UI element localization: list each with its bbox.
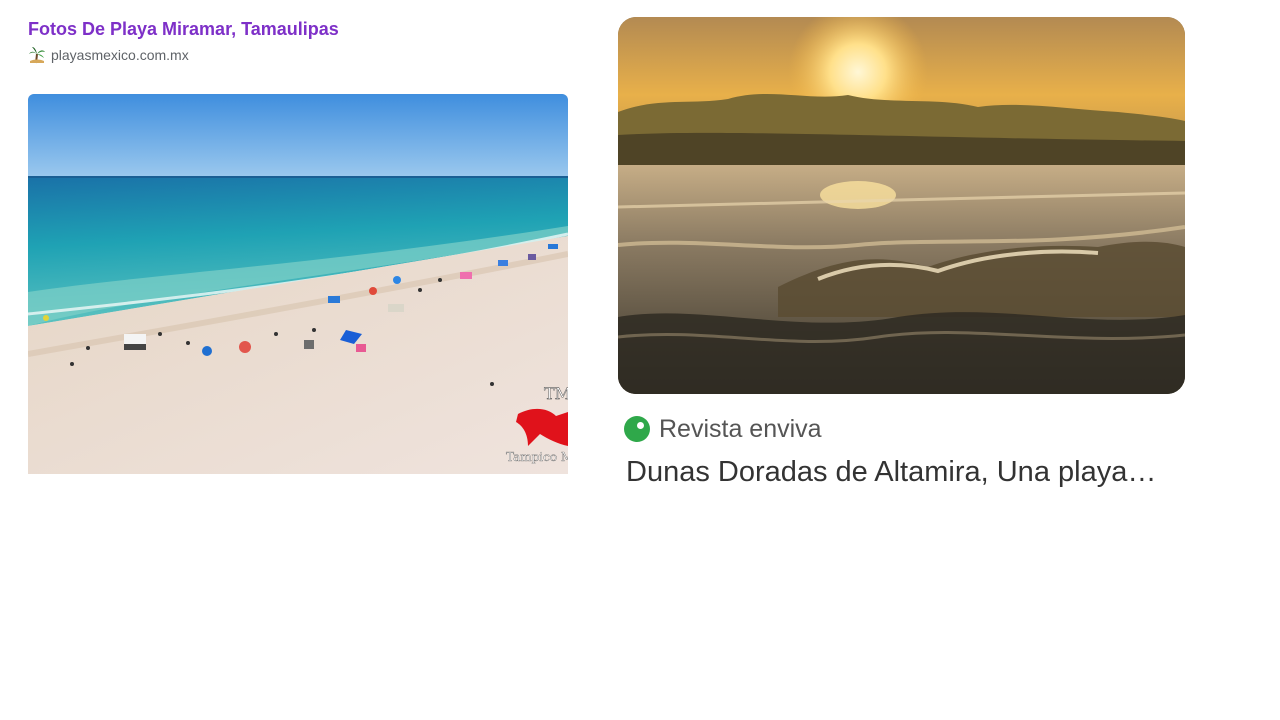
result-title-link[interactable]: Fotos De Playa Miramar, Tamaulipas	[28, 18, 568, 40]
image-result-miramar[interactable]: Fotos De Playa Miramar, Tamaulipas playa…	[28, 18, 568, 474]
watermark-tm: TM	[544, 384, 568, 403]
image-result-dunas-doradas[interactable]: Revista enviva Dunas Doradas de Altamira…	[618, 17, 1185, 490]
palm-tree-icon	[28, 46, 46, 64]
beach-aerial-photo[interactable]: TM Tampico Me	[28, 94, 568, 474]
watermark-text: Tampico Me	[506, 450, 568, 464]
green-circle-icon	[624, 416, 650, 442]
source-domain: playasmexico.com.mx	[51, 47, 189, 63]
beach-photo-graphic: TM Tampico Me	[28, 94, 568, 474]
article-title-link[interactable]: Dunas Doradas de Altamira, Una playa…	[626, 454, 1182, 490]
search-results-grid: Fotos De Playa Miramar, Tamaulipas playa…	[0, 0, 1280, 720]
sunset-waves-photo[interactable]	[618, 17, 1185, 394]
sunset-photo-graphic	[618, 17, 1185, 394]
result-source[interactable]: playasmexico.com.mx	[28, 46, 568, 64]
publisher[interactable]: Revista enviva	[624, 414, 1185, 444]
publisher-name: Revista enviva	[659, 415, 822, 443]
